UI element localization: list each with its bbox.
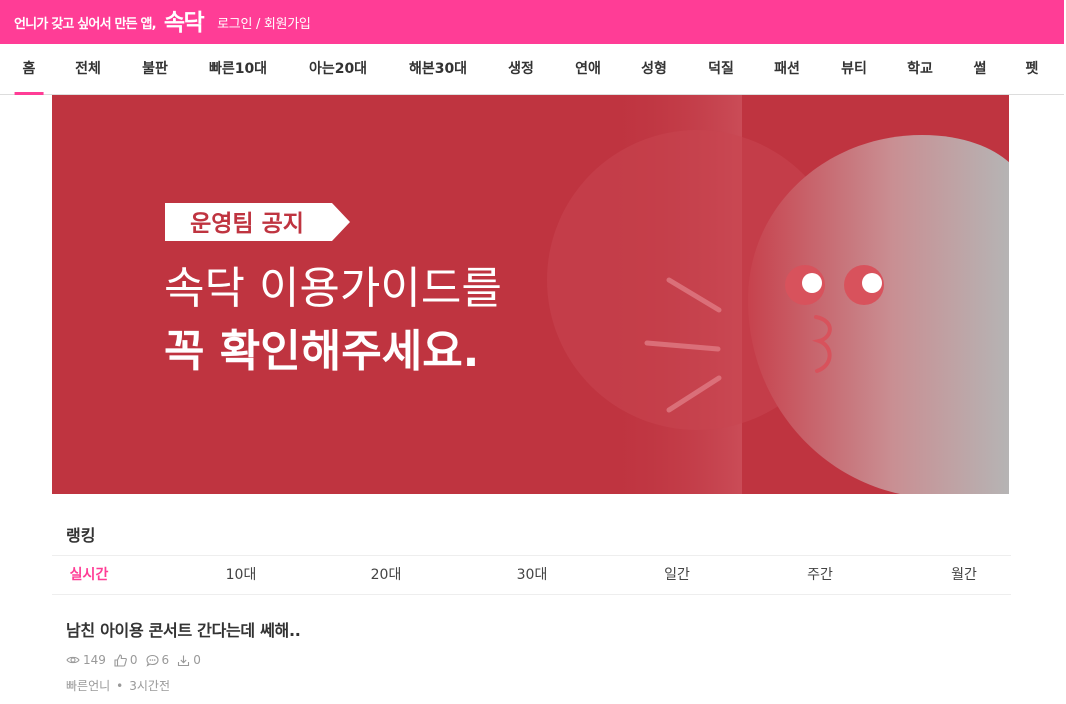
ranking-tab-20s[interactable]: 20대 [371, 556, 402, 594]
download-icon [178, 655, 190, 666]
notice-badge: 운영팀 공지 [165, 203, 350, 241]
like-count: 0 [114, 653, 138, 667]
banner-line-2: 꼭 확인해주세요. [164, 326, 479, 377]
nav-tab-beauty[interactable]: 뷰티 [841, 44, 867, 94]
post-meta: 빠른언니 • 3시간전 [66, 677, 170, 694]
scrap-count-value: 0 [193, 653, 201, 667]
nav-tab-school[interactable]: 학교 [907, 44, 933, 94]
post-title[interactable]: 남친 아이용 콘서트 간다는데 쎄해.. [66, 617, 301, 641]
nav-tab-dating[interactable]: 연애 [575, 44, 601, 94]
meta-separator: • [116, 679, 124, 693]
nav-tab-stories[interactable]: 썰 [974, 44, 987, 94]
top-header: 언니가 갖고 싶어서 만든 앱, 속닥 로그인 / 회원가입 [0, 0, 1064, 44]
app-tagline: 언니가 갖고 싶어서 만든 앱, [14, 16, 157, 32]
nav-tab-fashion[interactable]: 패션 [774, 44, 800, 94]
nav-tab-bulpan[interactable]: 불판 [142, 44, 168, 94]
like-count-value: 0 [129, 653, 138, 667]
view-count: 149 [66, 653, 106, 667]
nav-tab-pets[interactable]: 펫 [1026, 44, 1039, 94]
nav-tab-home[interactable]: 홈 [14, 44, 44, 95]
nav-tab-period[interactable]: 생정 [508, 44, 534, 94]
ranking-tab-10s[interactable]: 10대 [226, 556, 257, 594]
nav-tab-fandom[interactable]: 덕질 [708, 44, 734, 94]
ranking-tabs: 실시간 10대 20대 30대 일간 주간 월간 [52, 555, 1011, 595]
nav-tab-surgery[interactable]: 성형 [641, 44, 667, 94]
auth-separator: / [252, 16, 264, 32]
notice-banner[interactable]: 운영팀 공지 속닥 이용가이드를 꼭 확인해주세요. [52, 95, 1009, 494]
post-time: 3시간전 [129, 679, 171, 693]
ranking-tab-30s[interactable]: 30대 [517, 556, 548, 594]
comment-icon [145, 654, 159, 667]
nav-tab-all[interactable]: 전체 [75, 44, 101, 94]
ranking-tab-realtime[interactable]: 실시간 [70, 556, 109, 594]
app-logo[interactable]: 속닥 [164, 3, 205, 37]
thumbs-up-icon [114, 653, 127, 667]
notice-badge-text: 운영팀 공지 [190, 211, 304, 237]
view-count-value: 149 [83, 653, 106, 667]
signup-link[interactable]: 회원가입 [264, 17, 311, 32]
eye-icon [66, 656, 80, 664]
nav-tab-20s[interactable]: 아는20대 [309, 44, 367, 94]
ranking-title: 랭킹 [66, 526, 96, 545]
login-link[interactable]: 로그인 [217, 17, 252, 32]
comment-count: 6 [145, 653, 170, 667]
nav-tab-10s[interactable]: 빠른10대 [209, 44, 267, 94]
category-nav: 홈 전체 불판 빠른10대 아는20대 해본30대 생정 연애 성형 덕질 패션… [0, 44, 1064, 95]
comment-count-value: 6 [161, 653, 170, 667]
post-author[interactable]: 빠른언니 [66, 679, 110, 693]
post-stats: 149 0 6 0 [66, 652, 209, 668]
auth-links: 로그인 / 회원가입 [217, 13, 311, 32]
banner-line-1: 속닥 이용가이드를 [164, 263, 502, 314]
ranking-tab-weekly[interactable]: 주간 [807, 556, 833, 594]
ranking-tab-monthly[interactable]: 월간 [951, 556, 977, 594]
nav-tab-30s[interactable]: 해본30대 [409, 44, 467, 94]
ranking-tab-daily[interactable]: 일간 [664, 556, 690, 594]
banner-art: 운영팀 공지 속닥 이용가이드를 꼭 확인해주세요. [164, 95, 1009, 494]
scrap-count: 0 [177, 653, 201, 667]
